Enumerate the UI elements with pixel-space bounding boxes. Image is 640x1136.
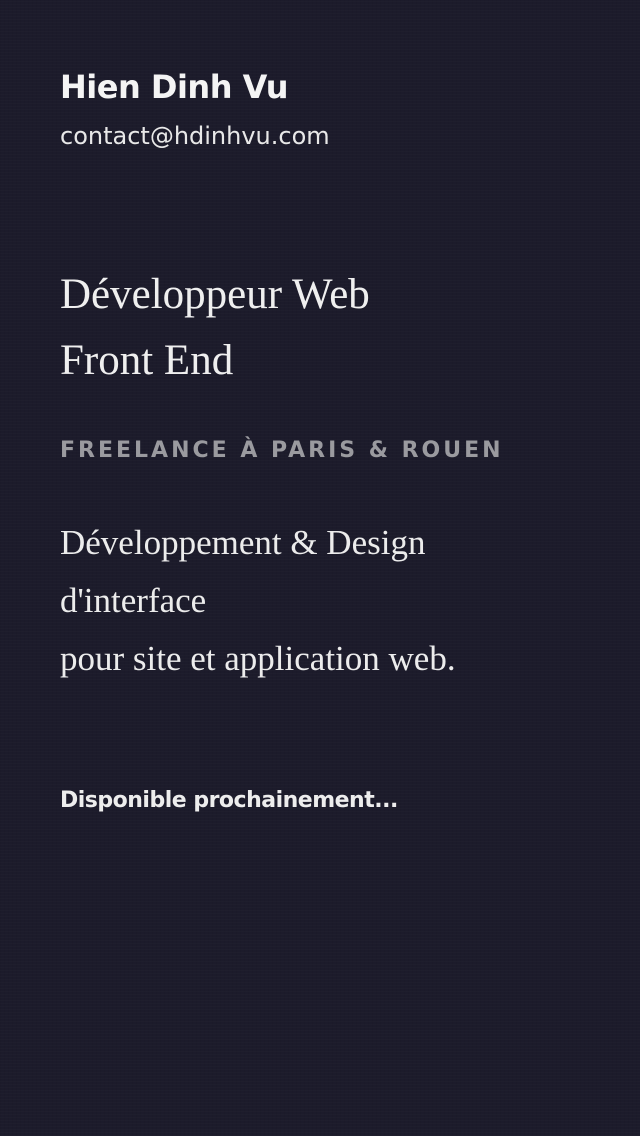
title-line-1: Développeur Web bbox=[60, 271, 370, 318]
description-line-3: pour site et application web. bbox=[60, 639, 456, 678]
author-name: Hien Dinh Vu bbox=[60, 68, 289, 106]
description-line-1: Développement & Design bbox=[60, 523, 426, 562]
page-title: Développeur Web Front End bbox=[60, 262, 370, 394]
location-label: FREELANCE À PARIS & ROUEN bbox=[60, 438, 504, 463]
email-link[interactable]: contact@hdinhvu.com bbox=[60, 122, 330, 150]
title-line-2: Front End bbox=[60, 337, 234, 384]
availability-status: Disponible prochainement... bbox=[60, 788, 398, 813]
description-line-2: d'interface bbox=[60, 581, 207, 620]
description: Développement & Design d'interface pour … bbox=[60, 514, 456, 688]
